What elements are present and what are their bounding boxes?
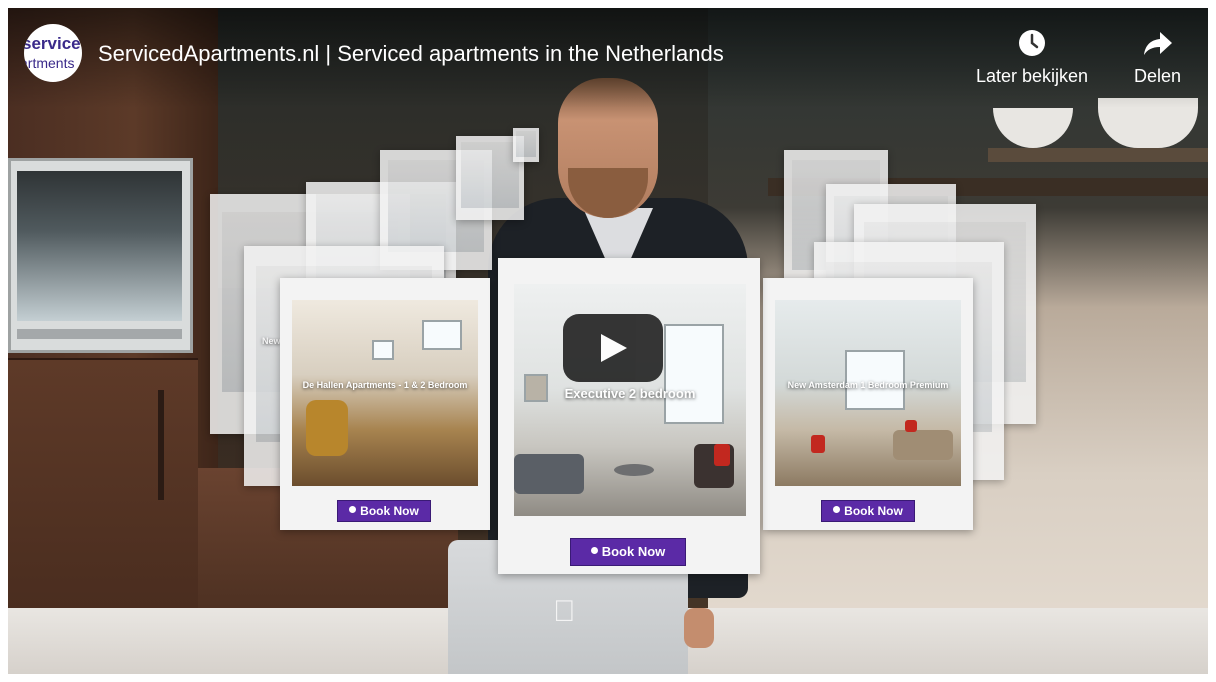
dot-icon [349,506,357,513]
channel-avatar[interactable]: serviced artments [24,24,82,82]
play-button[interactable] [563,314,663,382]
apartment-card-caption: Executive 2 bedroom [564,386,696,401]
apartment-card-photo: New Amsterdam 1 Bedroom Premium [775,300,961,486]
apartment-card-caption: De Hallen Apartments - 1 & 2 Bedroom [302,380,468,390]
book-now-button[interactable]: Book Now [821,500,915,522]
dot-icon [590,547,598,554]
apple-logo-icon:  [553,595,576,629]
share-arrow-icon [1143,32,1172,55]
apartment-card-back [513,128,539,162]
watch-later-label: Later bekijken [976,66,1089,86]
oven [8,158,193,353]
apartment-card-de-hallen[interactable]: De Hallen Apartments - 1 & 2 Bedroom Boo… [280,278,490,530]
video-player[interactable]:  New De Hallen Apartments - 1 & 2 Bedro… [8,8,1208,674]
apartment-card-caption: New Amsterdam 1 Bedroom Premium [787,380,949,390]
cabinet [8,358,198,610]
clock-icon [1019,30,1046,56]
video-title-bar: serviced artments ServicedApartments.nl … [8,8,1208,108]
apartment-card-executive[interactable]: Executive 2 bedroom Book Now [498,258,760,574]
channel-logo-text: serviced [24,34,82,53]
kitchen-shelf-upper [988,148,1208,162]
apartment-card-new-amsterdam[interactable]: New Amsterdam 1 Bedroom Premium Book Now [763,278,973,530]
book-now-button[interactable]: Book Now [337,500,431,522]
share-button[interactable]: Delen [1134,28,1181,87]
channel-logo-text: artments [24,55,75,71]
video-title[interactable]: ServicedApartments.nl | Serviced apartme… [98,41,724,67]
book-now-button[interactable]: Book Now [570,538,686,566]
play-icon [601,334,627,362]
apartment-card-photo: De Hallen Apartments - 1 & 2 Bedroom [292,300,478,486]
share-label: Delen [1134,66,1182,86]
watch-later-button[interactable]: Later bekijken [976,28,1088,87]
dot-icon [833,506,841,513]
hand [684,608,714,648]
